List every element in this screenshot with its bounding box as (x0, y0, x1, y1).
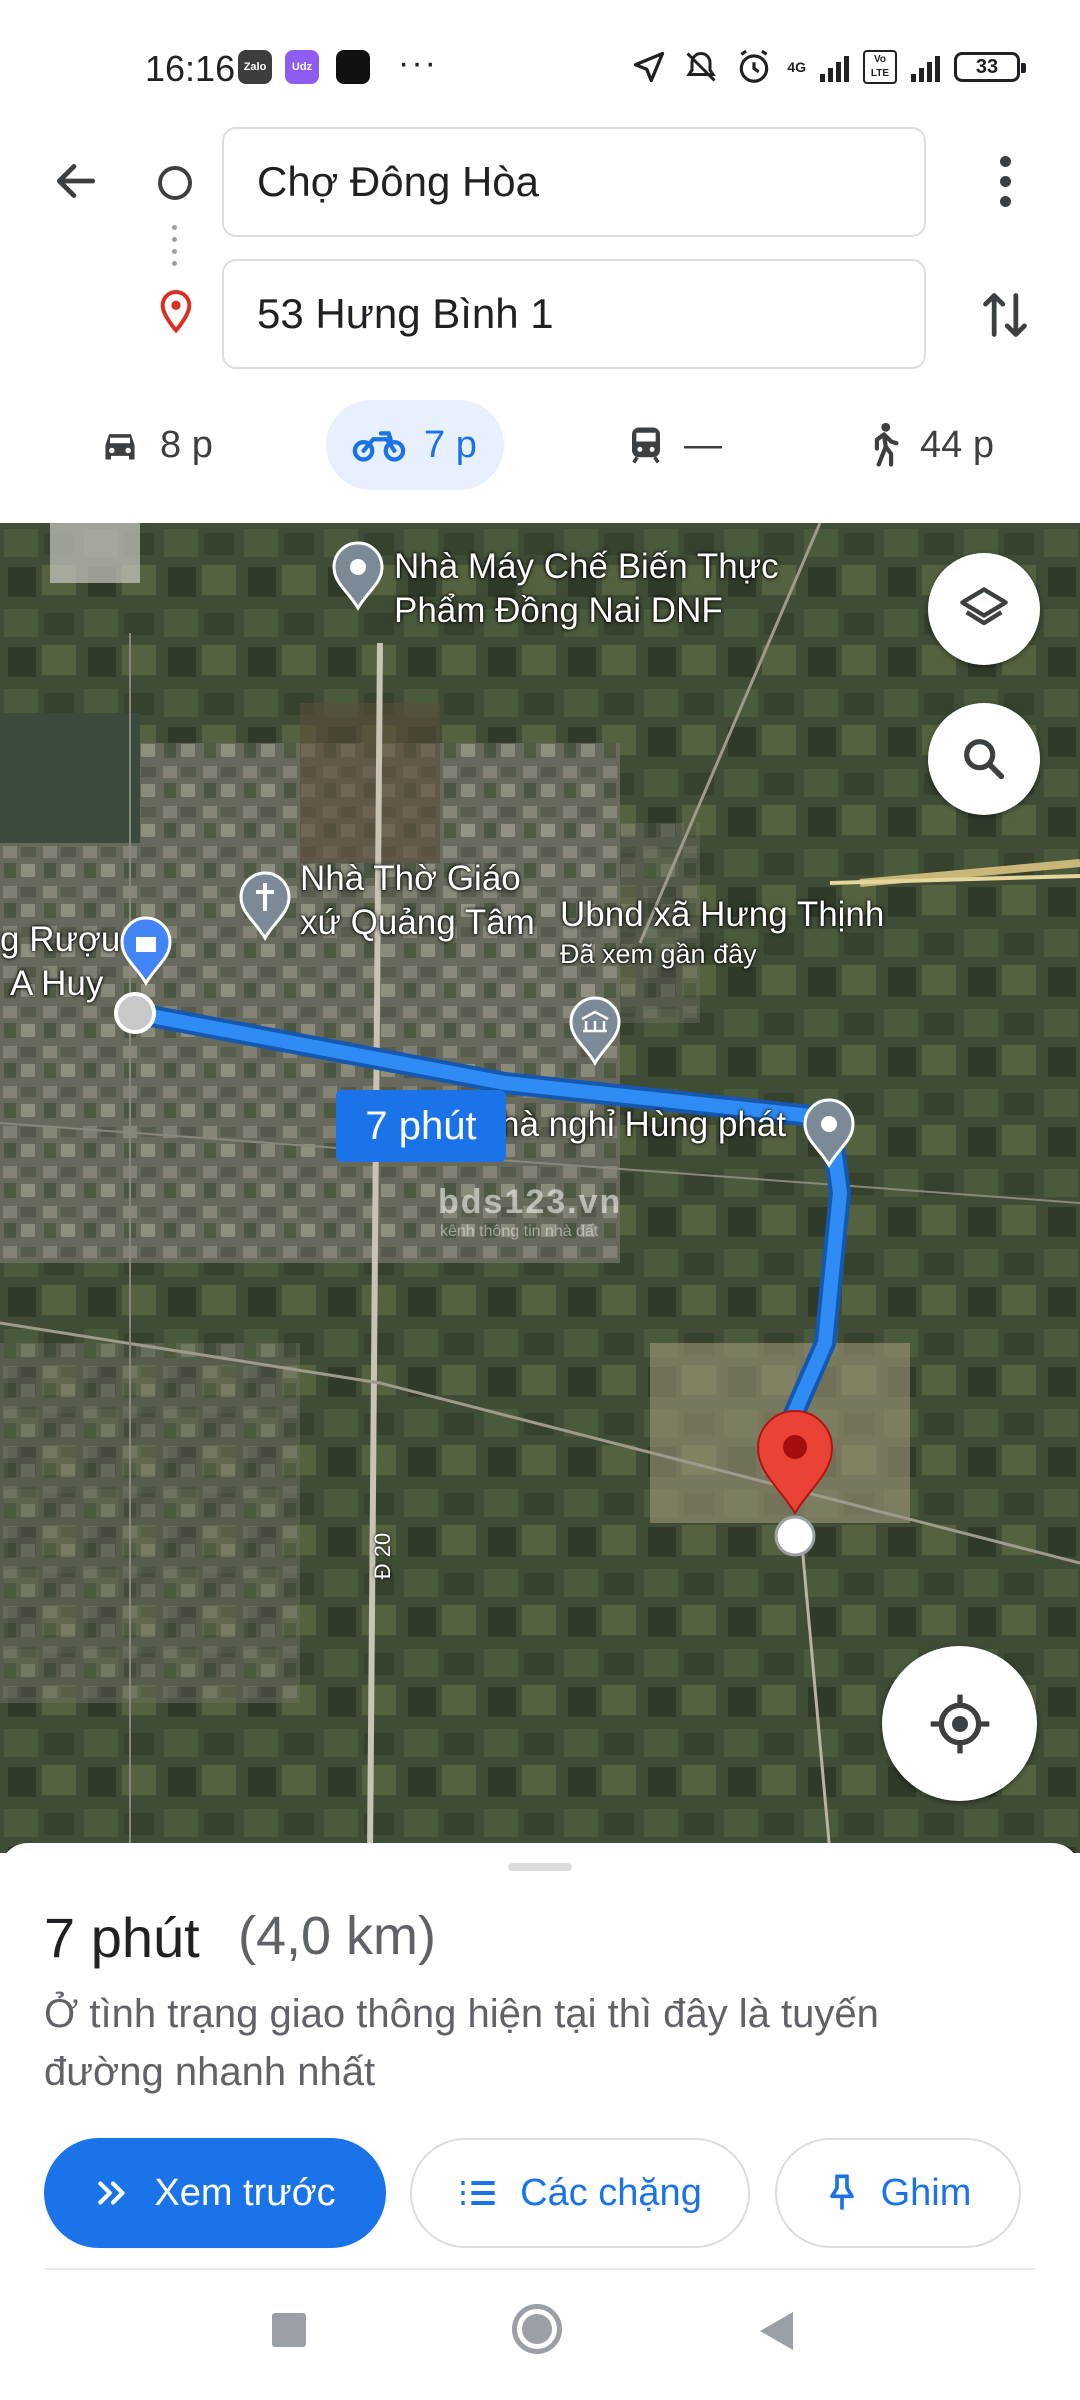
map-label-church-line1: Nhà Thờ Giáo (300, 859, 521, 898)
steps-button-label: Các chặng (520, 2171, 702, 2214)
battery-indicator: 33 (954, 52, 1026, 82)
map-label-ubnd-title: Ubnd xã Hưng Thịnh (560, 895, 885, 934)
route-duration: 7 phút (44, 1906, 200, 1969)
back-button[interactable] (45, 150, 107, 212)
map-label-ubnd-subtitle: Đã xem gần đây (560, 939, 757, 969)
map-label-shop[interactable]: g Rượu A Huy (0, 918, 120, 1006)
map-label-shop-line1: g Rượu (0, 920, 121, 959)
car-icon (105, 434, 135, 460)
mode-car-time: 8 p (160, 423, 213, 466)
destination-input[interactable]: 53 Hưng Bình 1 (222, 259, 926, 369)
udz-icon: Udz (285, 50, 319, 84)
road-label: Đ 20 (370, 1532, 396, 1580)
network-type: 4G (787, 59, 806, 75)
status-time: 16:16 (145, 48, 236, 89)
arrow-back-icon (56, 164, 96, 198)
map-view[interactable]: Nhà Máy Chế Biến Thực Phẩm Đồng Nai DNF … (0, 523, 1080, 1853)
recents-button[interactable] (272, 2313, 306, 2347)
map-label-ubnd[interactable]: Ubnd xã Hưng Thịnh Đã xem gần đây (560, 893, 884, 971)
route-dots-icon (172, 225, 178, 270)
sheet-drag-handle[interactable] (508, 1863, 572, 1871)
watermark: bds123.vn (438, 1183, 623, 1221)
signal-icon (820, 52, 849, 82)
origin-circle-icon (158, 166, 192, 200)
pin-icon (829, 2174, 854, 2210)
back-nav-button[interactable] (760, 2312, 793, 2350)
route-distance: (4,0 km) (238, 1906, 437, 1966)
origin-input[interactable]: Chợ Đông Hòa (222, 127, 926, 237)
muted-bell-icon (686, 51, 717, 82)
mode-walk-time: 44 p (920, 423, 994, 466)
map-label-motel[interactable]: hà nghỉ Hùng phát (500, 1103, 786, 1147)
mode-car-tab[interactable]: 8 p (72, 400, 239, 490)
list-icon (461, 2181, 495, 2205)
steps-button[interactable]: Các chặng (410, 2138, 750, 2248)
system-navigation-bar (0, 2290, 1080, 2380)
mode-motorbike-time: 7 p (424, 423, 477, 466)
layers-icon (960, 587, 1008, 626)
watermark-subtitle: kênh thông tin nhà đất (440, 1223, 599, 1240)
mode-motorbike-tab[interactable]: 7 p (326, 400, 504, 490)
pin-button[interactable]: Ghim (775, 2138, 1021, 2248)
pin-button-label: Ghim (880, 2171, 972, 2214)
status-bar: 16:16 Zalo Udz ··· 4G Vo LTE 33 (0, 0, 1080, 120)
motorbike-icon (352, 431, 406, 462)
zalo-icon: Zalo (238, 50, 272, 84)
route-end-marker[interactable] (774, 1515, 816, 1557)
map-label-factory-line1: Nhà Máy Chế Biến Thực (394, 547, 779, 586)
app-icon (336, 50, 370, 84)
preview-button-label: Xem trước (154, 2171, 336, 2214)
route-description: Ở tình trạng giao thông hiện tại thì đây… (44, 1992, 879, 2094)
location-arrow-icon (634, 51, 665, 83)
map-label-factory[interactable]: Nhà Máy Chế Biến Thực Phẩm Đồng Nai DNF (394, 545, 779, 633)
route-start-marker[interactable] (114, 992, 156, 1034)
status-indicators: 4G Vo LTE 33 (631, 48, 1026, 86)
mode-transit-time: — (684, 423, 722, 466)
destination-pin-icon (156, 289, 196, 339)
map-label-shop-line2: A Huy (10, 964, 104, 1003)
map-label-church-line2: xứ Quảng Tâm (300, 903, 535, 942)
swap-route-button[interactable] (970, 280, 1040, 350)
search-icon (964, 739, 1005, 780)
double-chevron-icon (98, 2181, 125, 2205)
travel-mode-tabs: 8 p 7 p — 44 p (0, 400, 1080, 490)
sheet-divider (44, 2268, 1036, 2270)
map-search-button[interactable] (928, 703, 1040, 815)
transit-icon (632, 427, 660, 464)
preview-button[interactable]: Xem trước (44, 2138, 386, 2248)
volte-icon: Vo LTE (863, 50, 897, 84)
map-label-church[interactable]: Nhà Thờ Giáo xứ Quảng Tâm (300, 857, 535, 945)
map-label-factory-line2: Phẩm Đồng Nai DNF (394, 591, 723, 630)
my-location-button[interactable] (882, 1646, 1037, 1801)
home-button[interactable] (512, 2304, 562, 2354)
my-location-icon (930, 1694, 989, 1753)
swap-vertical-icon (983, 293, 1027, 337)
route-duration-callout[interactable]: 7 phút (336, 1090, 506, 1162)
signal-icon-2 (911, 52, 940, 82)
layers-button[interactable] (928, 553, 1040, 665)
mode-transit-tab[interactable]: — (600, 400, 748, 490)
walk-icon (874, 422, 899, 467)
more-options-button[interactable] (975, 150, 1035, 212)
mode-walk-tab[interactable]: 44 p (840, 400, 1020, 490)
alarm-icon (740, 49, 769, 83)
more-notifications-icon: ··· (398, 44, 438, 82)
